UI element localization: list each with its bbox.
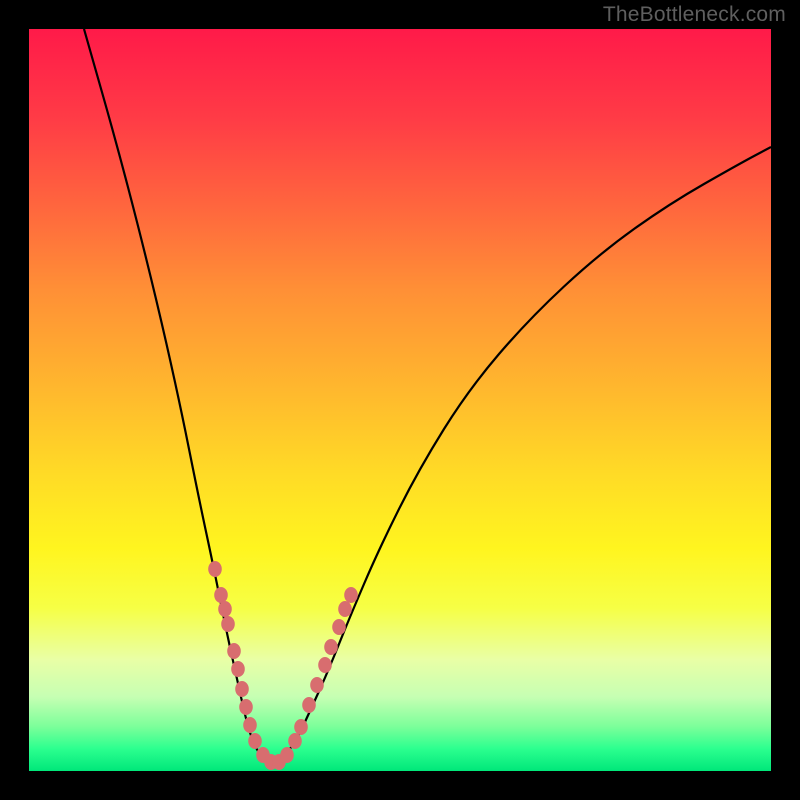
data-marker [221,616,235,632]
data-marker [324,639,338,655]
data-marker [332,619,346,635]
data-marker [344,587,358,603]
data-marker [310,677,324,693]
data-marker [288,733,302,749]
data-marker [243,717,257,733]
data-marker [231,661,245,677]
curve-right-arm [271,147,771,764]
data-marker [248,733,262,749]
watermark-text: TheBottleneck.com [603,3,786,27]
data-marker [280,747,294,763]
data-marker [239,699,253,715]
data-markers [208,561,358,770]
curve-left-arm [84,29,271,764]
data-marker [218,601,232,617]
data-marker [294,719,308,735]
curve-layer [29,29,771,771]
chart-frame: TheBottleneck.com [0,0,800,800]
plot-area [29,29,771,771]
data-marker [318,657,332,673]
data-marker [208,561,222,577]
data-marker [338,601,352,617]
data-marker [227,643,241,659]
data-marker [214,587,228,603]
data-marker [302,697,316,713]
data-marker [235,681,249,697]
